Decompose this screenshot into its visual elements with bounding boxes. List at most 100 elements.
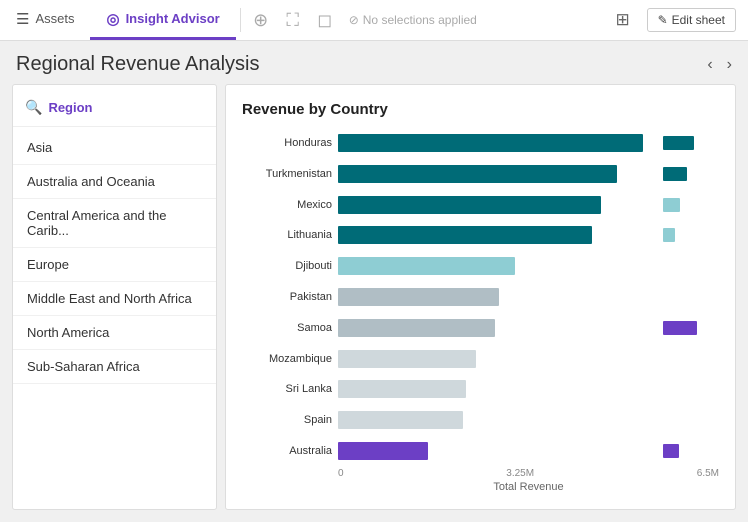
chart-inner: Honduras Turkmenistan Mexico Lithuania Djibo… (242, 130, 719, 464)
right-bar-row (663, 284, 719, 310)
bar-row: Mexico (242, 192, 659, 218)
bar-container (338, 442, 659, 460)
chart-area: Honduras Turkmenistan Mexico Lithuania Djibo… (242, 130, 719, 493)
sidebar-region-label: Region (48, 100, 92, 115)
bar-label: Lithuania (242, 229, 332, 241)
right-bar (663, 167, 687, 181)
bar-row: Lithuania (242, 222, 659, 248)
bar-container (338, 380, 659, 398)
page-navigation: ‹ › (703, 54, 736, 76)
bar-row: Pakistan (242, 284, 659, 310)
x-ticks: 0 3.25M 6.5M (338, 468, 719, 479)
bar-label: Mozambique (242, 353, 332, 365)
x-axis-label: Total Revenue (242, 481, 719, 493)
tab-insight-advisor[interactable]: ◎ Insight Advisor (90, 0, 235, 40)
insight-icon: ◎ (106, 10, 119, 28)
bar-row: Sri Lanka (242, 376, 659, 402)
x-tick: 6.5M (697, 468, 719, 479)
bar-container (338, 226, 659, 244)
bar-label: Samoa (242, 322, 332, 334)
topbar-right: ⊞ ✎ Edit sheet (607, 4, 748, 36)
no-sel-icon: ⊘ (349, 13, 359, 27)
assets-icon: ☰ (16, 10, 29, 28)
bar (338, 350, 476, 368)
sidebar-item-asia[interactable]: Asia (13, 131, 216, 165)
bar-row: Samoa (242, 315, 659, 341)
right-bar-row (663, 130, 719, 156)
right-bar (663, 198, 680, 212)
bar-container (338, 257, 659, 275)
bar-label: Honduras (242, 137, 332, 149)
sidebar-item-australia[interactable]: Australia and Oceania (13, 165, 216, 199)
sidebar-item-north-america[interactable]: North America (13, 316, 216, 350)
right-bar (663, 228, 675, 242)
bars-section: Honduras Turkmenistan Mexico Lithuania Djibo… (242, 130, 659, 464)
bar-row: Honduras (242, 130, 659, 156)
right-bar (663, 321, 697, 335)
search-icon: 🔍 (25, 99, 42, 116)
bar-container (338, 350, 659, 368)
bar-container (338, 134, 659, 152)
bar-row: Mozambique (242, 346, 659, 372)
sidebar-item-europe[interactable]: Europe (13, 248, 216, 282)
content-row: 🔍 Region Asia Australia and Oceania Cent… (12, 84, 736, 510)
bar (338, 226, 592, 244)
bar (338, 380, 466, 398)
x-axis: 0 3.25M 6.5M (242, 468, 719, 479)
edit-sheet-label: Edit sheet (672, 13, 725, 27)
sidebar-search: 🔍 Region (13, 95, 216, 127)
bar-label: Australia (242, 445, 332, 457)
sidebar-item-central-america[interactable]: Central America and the Carib... (13, 199, 216, 248)
topbar: ☰ Assets ◎ Insight Advisor ⊕ ⛶ ◻ ⊘ No se… (0, 0, 748, 41)
bar-label: Spain (242, 414, 332, 426)
bar (338, 196, 601, 214)
right-bar-row (663, 315, 719, 341)
sidebar: 🔍 Region Asia Australia and Oceania Cent… (12, 84, 217, 510)
x-tick: 0 (338, 468, 344, 479)
bar-label: Sri Lanka (242, 383, 332, 395)
sidebar-item-sub-saharan[interactable]: Sub-Saharan Africa (13, 350, 216, 384)
bar-row: Australia (242, 438, 659, 464)
right-bar-row (663, 222, 719, 248)
crosshair-icon[interactable]: ⊕ (245, 4, 277, 36)
bar-container (338, 288, 659, 306)
page: Regional Revenue Analysis ‹ › 🔍 Region A… (0, 41, 748, 522)
bar-container (338, 165, 659, 183)
right-bar-row (663, 192, 719, 218)
bar-row: Spain (242, 407, 659, 433)
expand-icon[interactable]: ⛶ (277, 4, 309, 36)
tab-assets[interactable]: ☰ Assets (0, 0, 90, 40)
right-bar-row (663, 161, 719, 187)
chart-panel: Revenue by Country Honduras Turkmenistan M… (225, 84, 736, 510)
sidebar-item-middle-east[interactable]: Middle East and North Africa (13, 282, 216, 316)
page-title-row: Regional Revenue Analysis ‹ › (12, 53, 736, 76)
selection-icon[interactable]: ◻ (309, 4, 341, 36)
chart-title: Revenue by Country (242, 101, 719, 118)
right-bar (663, 136, 694, 150)
bar (338, 165, 617, 183)
right-bar-row (663, 346, 719, 372)
assets-label: Assets (35, 11, 74, 26)
insight-label: Insight Advisor (126, 11, 220, 26)
next-page-button[interactable]: › (723, 54, 736, 76)
no-selections-indicator: ⊘ No selections applied (349, 13, 477, 27)
right-bar-row (663, 253, 719, 279)
bar-row: Turkmenistan (242, 161, 659, 187)
x-tick: 3.25M (506, 468, 534, 479)
bar-container (338, 196, 659, 214)
bar (338, 442, 428, 460)
prev-page-button[interactable]: ‹ (703, 54, 716, 76)
page-title: Regional Revenue Analysis (16, 53, 260, 76)
right-bar (663, 444, 679, 458)
bar-label: Turkmenistan (242, 168, 332, 180)
bar-label: Djibouti (242, 260, 332, 272)
bar-container (338, 411, 659, 429)
right-bar-row (663, 376, 719, 402)
no-selections-label: No selections applied (363, 13, 477, 27)
bar-container (338, 319, 659, 337)
grid-icon[interactable]: ⊞ (607, 4, 639, 36)
bar-label: Pakistan (242, 291, 332, 303)
separator (240, 8, 241, 32)
right-bar-row (663, 407, 719, 433)
edit-sheet-button[interactable]: ✎ Edit sheet (647, 8, 736, 32)
